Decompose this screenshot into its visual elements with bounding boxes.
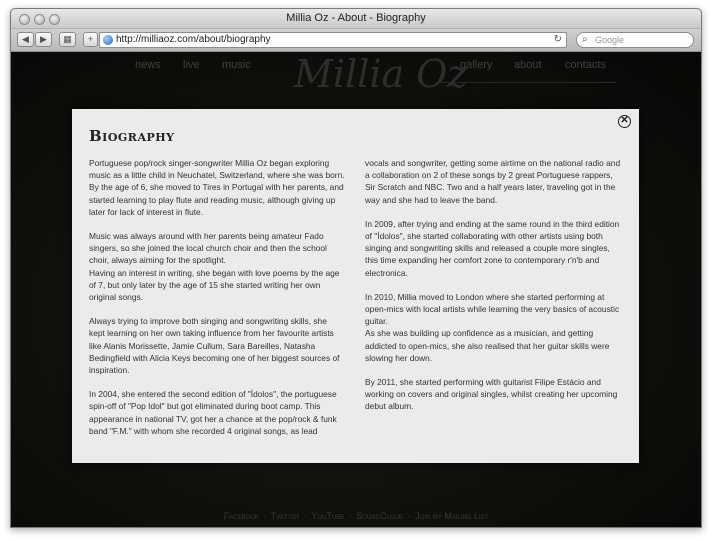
forward-button[interactable]: ▶ bbox=[35, 32, 52, 47]
window-title: Millia Oz - About - Biography bbox=[286, 12, 426, 24]
bio-paragraph: vocals and songwriter, getting some airt… bbox=[365, 158, 621, 205]
globe-icon bbox=[103, 35, 113, 45]
biography-modal: Biography ✕ Portuguese pop/rock singer-s… bbox=[72, 109, 639, 463]
add-bookmark-button[interactable]: + bbox=[83, 32, 98, 47]
back-button[interactable]: ◀ bbox=[17, 32, 34, 47]
bio-paragraph: In 2009, after trying and ending at the … bbox=[365, 218, 620, 278]
search-field[interactable]: ⌕ Google bbox=[576, 32, 694, 48]
title-bar: Millia Oz - About - Biography bbox=[11, 9, 701, 29]
bio-paragraph: By 2011, she started performing with gui… bbox=[365, 377, 618, 412]
bio-paragraph: In 2004, she entered the second edition … bbox=[89, 389, 337, 436]
page-content: news live music gallery about contacts M… bbox=[11, 52, 701, 527]
address-bar[interactable]: http://milliaoz.com/about/biography ↻ bbox=[99, 32, 567, 48]
bio-paragraph: Portuguese pop/rock singer-songwriter Mi… bbox=[89, 158, 345, 217]
modal-title: Biography bbox=[89, 127, 175, 145]
close-icon[interactable]: ✕ bbox=[618, 115, 631, 128]
biography-column-left: Portuguese pop/rock singer-songwriter Mi… bbox=[89, 157, 345, 449]
search-placeholder: Google bbox=[595, 35, 625, 45]
bio-paragraph: Music was always around with her parents… bbox=[89, 231, 340, 303]
bio-paragraph: In 2010, Millia moved to London where sh… bbox=[365, 291, 620, 363]
browser-toolbar: ◀ ▶ ▦ + http://milliaoz.com/about/biogra… bbox=[11, 29, 701, 52]
browser-window: Millia Oz - About - Biography ◀ ▶ ▦ + ht… bbox=[10, 8, 702, 528]
biography-column-right: vocals and songwriter, getting some airt… bbox=[365, 157, 621, 425]
reload-icon[interactable]: ↻ bbox=[554, 33, 562, 47]
bookmarks-button[interactable]: ▦ bbox=[59, 32, 76, 47]
url-text[interactable]: http://milliaoz.com/about/biography bbox=[116, 33, 271, 47]
search-icon: ⌕ bbox=[582, 34, 588, 45]
bio-paragraph: Always trying to improve both singing an… bbox=[89, 316, 340, 376]
